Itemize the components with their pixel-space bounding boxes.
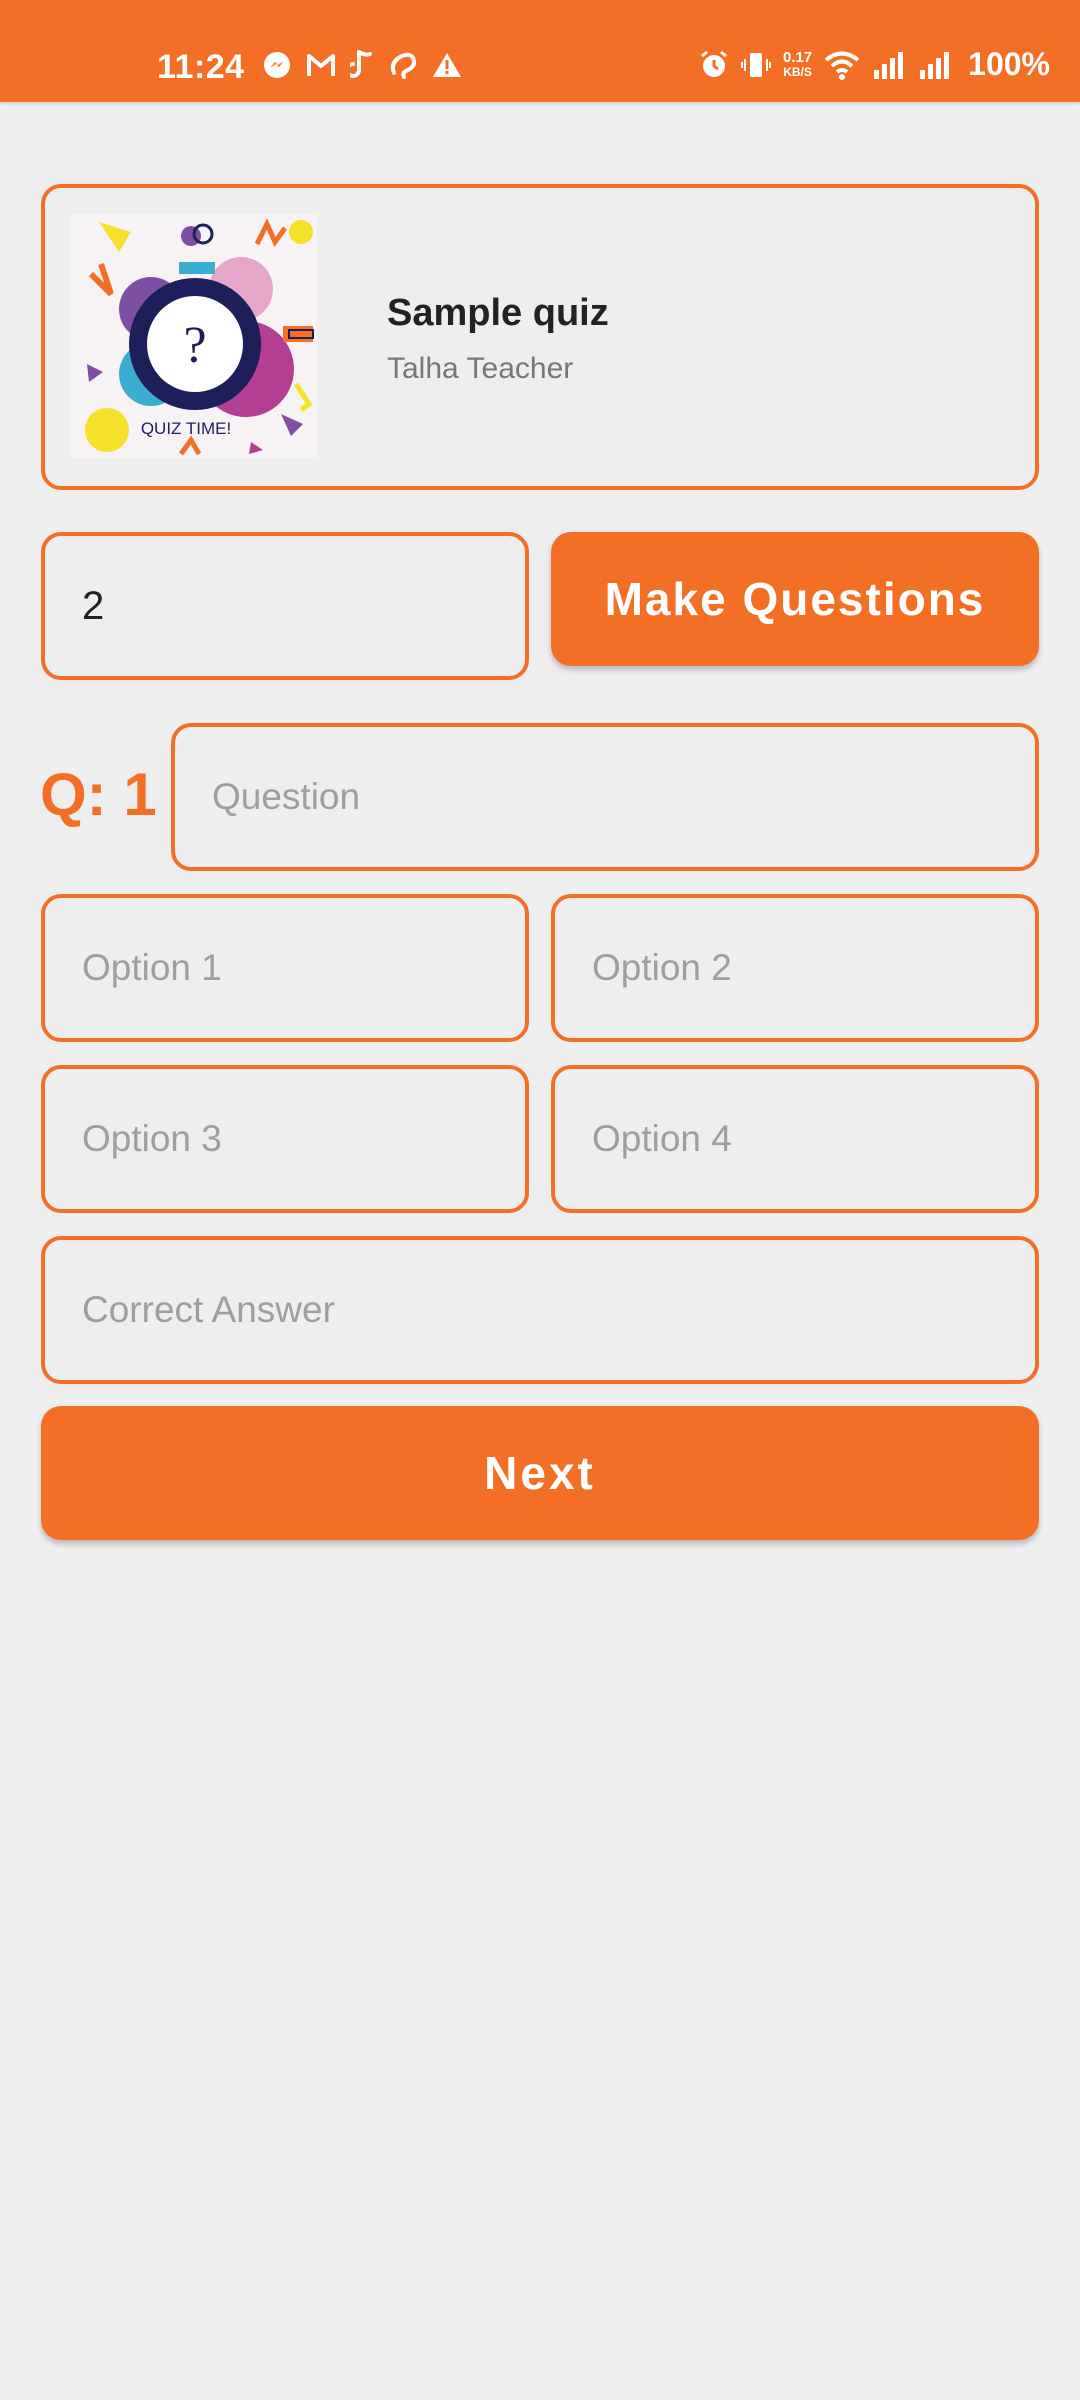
status-bar: 11:24 0.17 KB/S 100% bbox=[0, 0, 1080, 102]
battery-level: 100% bbox=[968, 46, 1050, 82]
signal-icon bbox=[920, 51, 950, 79]
status-time: 11:24 bbox=[157, 48, 245, 86]
quiz-title: Sample quiz bbox=[387, 292, 609, 334]
quiz-thumbnail: ? QUIZ TIME! bbox=[71, 214, 317, 458]
quiz-image-caption: QUIZ TIME! bbox=[141, 419, 231, 438]
option-4-input[interactable] bbox=[551, 1065, 1039, 1213]
system-icons: 0.17 KB/S 100% bbox=[699, 46, 1050, 83]
notification-icons bbox=[262, 50, 462, 80]
quiz-author: Talha Teacher bbox=[387, 352, 574, 385]
airtel-icon bbox=[390, 52, 417, 79]
next-button[interactable]: Next bbox=[41, 1406, 1039, 1540]
quiz-card: ? QUIZ TIME! Sample quiz Talha Teacher bbox=[41, 184, 1039, 490]
speed-value: 0.17 bbox=[782, 48, 813, 66]
option-3-input[interactable] bbox=[41, 1065, 529, 1213]
signal-icon bbox=[874, 51, 904, 79]
warning-icon bbox=[433, 53, 461, 77]
option-2-input[interactable] bbox=[551, 894, 1039, 1042]
gmail-icon bbox=[307, 54, 335, 76]
question-input[interactable] bbox=[171, 723, 1039, 871]
app-icon bbox=[350, 50, 372, 78]
wifi-icon bbox=[824, 51, 860, 80]
question-number-label: Q: 1 bbox=[40, 761, 157, 828]
network-speed: 0.17 KB/S bbox=[782, 48, 813, 79]
vibrate-icon bbox=[740, 52, 771, 77]
messenger-icon bbox=[264, 52, 290, 78]
question-count-input[interactable] bbox=[41, 532, 529, 680]
speed-unit: KB/S bbox=[783, 64, 812, 79]
alarm-icon bbox=[701, 50, 727, 77]
correct-answer-input[interactable] bbox=[41, 1236, 1039, 1384]
option-1-input[interactable] bbox=[41, 894, 529, 1042]
make-questions-button[interactable]: Make Questions bbox=[551, 532, 1039, 666]
svg-text:?: ? bbox=[183, 317, 206, 374]
